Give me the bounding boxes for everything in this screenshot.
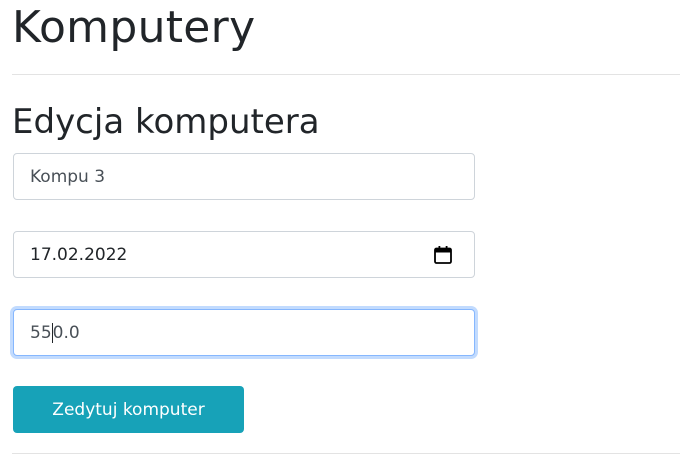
price-input-value-start: 55	[30, 322, 52, 343]
form-heading: Edycja komputera	[12, 102, 320, 142]
date-input-value: 17.02.2022	[30, 244, 128, 265]
price-input-value-end: 0.0	[52, 322, 80, 343]
submit-button-label: Zedytuj komputer	[52, 399, 205, 420]
name-input-value: Kompu 3	[30, 166, 106, 187]
page-title: Komputery	[12, 2, 256, 53]
submit-button[interactable]: Zedytuj komputer	[13, 386, 244, 433]
name-input[interactable]: Kompu 3	[13, 153, 475, 200]
page: Komputery Edycja komputera Kompu 3 17.02…	[0, 0, 680, 472]
date-input[interactable]: 17.02.2022	[13, 231, 475, 278]
price-input[interactable]: 55 0.0	[13, 309, 475, 356]
calendar-icon[interactable]	[432, 244, 454, 266]
divider-top	[12, 74, 680, 75]
divider-bottom	[12, 453, 680, 454]
